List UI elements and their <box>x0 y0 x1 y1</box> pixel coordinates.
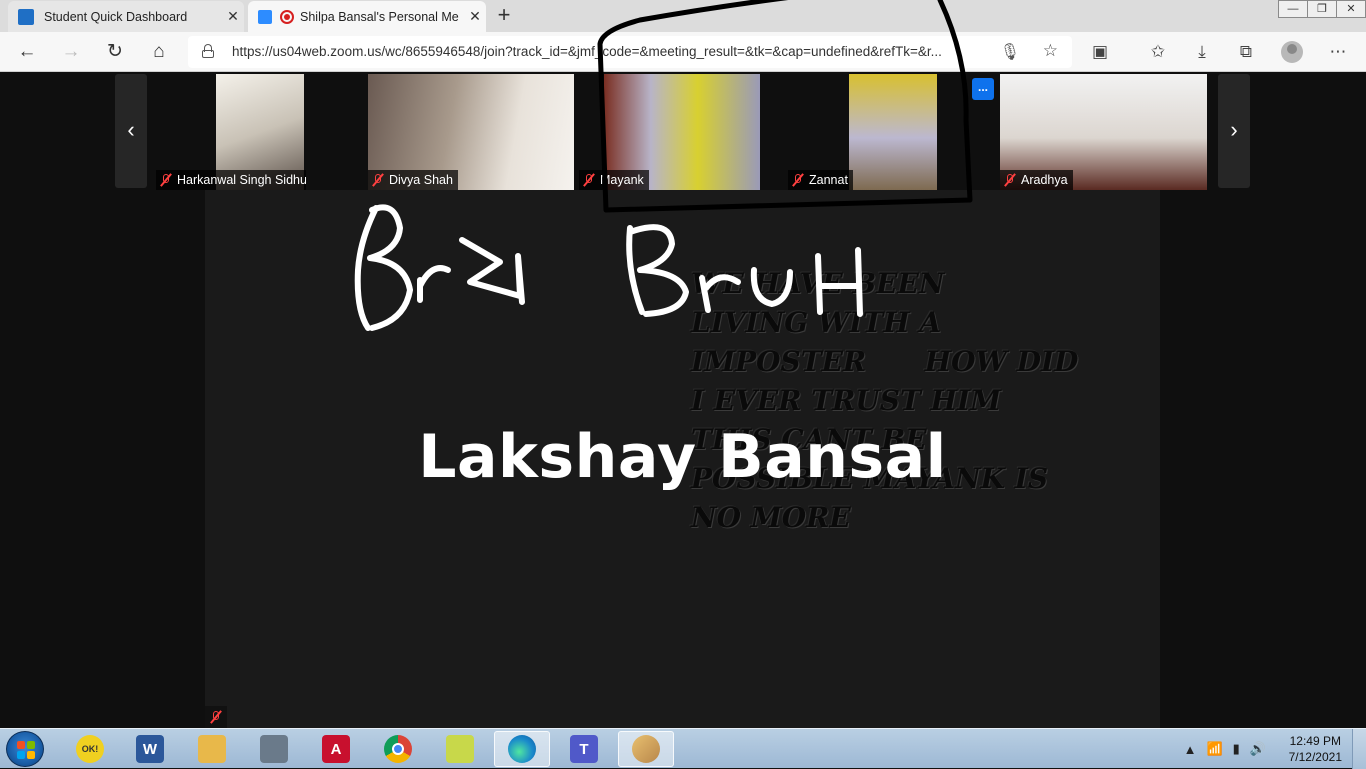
participant-tile[interactable]: Mayank <box>579 74 760 190</box>
previous-page-button[interactable]: ‹ <box>115 74 147 188</box>
taskbar-app-sticky-notes[interactable] <box>432 731 488 767</box>
profile-avatar[interactable] <box>1281 41 1303 63</box>
system-clock[interactable]: 12:49 PM 7/12/2021 <box>1289 733 1342 765</box>
lock-icon <box>202 44 214 58</box>
participant-name: Harkanwal Singh Sidhu <box>177 173 306 187</box>
acrobat-icon: A <box>322 735 350 763</box>
clock-time: 12:49 PM <box>1289 734 1341 748</box>
address-bar[interactable]: https://us04web.zoom.us/wc/8655946548/jo… <box>188 36 1072 68</box>
participant-name-tag: Divya Shah <box>368 170 458 190</box>
volume-icon[interactable]: 🔊 <box>1250 741 1266 757</box>
file-explorer-icon <box>198 735 226 763</box>
back-button[interactable]: ← <box>14 39 40 65</box>
browser-tab-strip: Student Quick Dashboard ✕ Shilpa Bansal'… <box>0 0 1366 32</box>
participant-tile[interactable]: Aradhya <box>1000 74 1207 190</box>
participant-name: Divya Shah <box>389 173 453 187</box>
annotation-line: i ever trust him <box>691 384 1002 417</box>
participant-name: Zannat <box>809 173 848 187</box>
participant-tile[interactable]: Harkanwal Singh Sidhu <box>156 74 306 190</box>
taskbar-app-chrome[interactable] <box>370 731 426 767</box>
refresh-button[interactable]: ↻ <box>102 39 128 65</box>
tab-zoom-meeting[interactable]: Shilpa Bansal's Personal Me ✕ <box>248 1 486 32</box>
more-options-button[interactable]: ... <box>972 78 994 100</box>
close-tab-icon[interactable]: ✕ <box>222 8 244 25</box>
system-tray: ▲ 📶 ▮ 🔊 <box>1174 729 1266 769</box>
chrome-icon <box>384 735 412 763</box>
annotation-line: no more <box>691 501 851 534</box>
muted-mic-icon <box>791 173 805 187</box>
muted-mic-icon <box>371 173 385 187</box>
participant-strip: ‹ Harkanwal Singh Sidhu Divya Shah Mayan… <box>115 72 1250 190</box>
window-controls: — ❐ ✕ <box>1278 0 1366 18</box>
add-favorite-icon[interactable]: ☆ <box>1043 41 1058 61</box>
participant-tile[interactable]: Divya Shah <box>368 74 574 190</box>
settings-more-icon[interactable]: ⋯ <box>1326 41 1350 63</box>
url-text[interactable]: https://us04web.zoom.us/wc/8655946548/jo… <box>232 44 992 59</box>
new-tab-button[interactable]: + <box>492 4 516 28</box>
taskbar-app-ok[interactable]: OK! <box>62 731 118 767</box>
taskbar-app-edge[interactable] <box>494 731 550 767</box>
start-button[interactable] <box>6 731 44 767</box>
participant-name-tag: Harkanwal Singh Sidhu <box>156 170 306 190</box>
speaker-muted-indicator <box>205 706 227 728</box>
microphone-icon[interactable]: 🎙 <box>1000 42 1020 62</box>
active-speaker-view: We have been living with a imposter how … <box>205 190 1160 728</box>
close-window-button[interactable]: ✕ <box>1336 0 1366 18</box>
show-hidden-icons[interactable]: ▲ <box>1184 742 1197 757</box>
taskbar-app-file-explorer[interactable] <box>184 731 240 767</box>
participant-name-tag: Mayank <box>579 170 649 190</box>
taskbar-app-server-manager[interactable] <box>246 731 302 767</box>
windows-logo-icon <box>17 741 35 759</box>
tab-title: Shilpa Bansal's Personal Me <box>300 9 459 24</box>
show-desktop-button[interactable] <box>1352 729 1366 769</box>
dashboard-icon <box>18 8 34 25</box>
zoom-icon <box>258 9 272 24</box>
taskbar-app-acrobat[interactable]: A <box>308 731 364 767</box>
close-tab-icon[interactable]: ✕ <box>464 8 486 25</box>
participant-tile[interactable]: Zannat <box>788 74 938 190</box>
muted-mic-icon <box>1003 173 1017 187</box>
sticky-notes-icon <box>446 735 474 763</box>
participant-name: Mayank <box>600 173 644 187</box>
recording-icon <box>280 9 294 24</box>
edge-icon <box>508 735 536 763</box>
taskbar-app-teams[interactable]: T <box>556 731 612 767</box>
participant-name: Aradhya <box>1021 173 1068 187</box>
restore-button[interactable]: ❐ <box>1307 0 1337 18</box>
downloads-icon[interactable]: ⤓ <box>1190 41 1214 63</box>
next-page-button[interactable]: › <box>1218 74 1250 188</box>
video-feed <box>849 74 937 190</box>
forward-button[interactable]: → <box>58 39 84 65</box>
home-button[interactable]: ⌂ <box>146 39 172 65</box>
teams-icon: T <box>570 735 598 763</box>
extension-icon[interactable]: ▣ <box>1088 41 1112 63</box>
annotation-text: We have been living with a imposter how … <box>691 264 1079 537</box>
participant-name-tag: Zannat <box>788 170 853 190</box>
participant-name-tag: Aradhya <box>1000 170 1073 190</box>
battery-icon[interactable]: ▮ <box>1233 741 1240 757</box>
word-icon: W <box>136 735 164 763</box>
network-icon[interactable]: 📶 <box>1206 741 1222 757</box>
ok-badge-icon: OK! <box>76 735 104 763</box>
browser-toolbar: ← → ↻ ⌂ https://us04web.zoom.us/wc/86559… <box>0 32 1366 72</box>
taskbar-app-paint[interactable] <box>618 731 674 767</box>
paint-icon <box>632 735 660 763</box>
favorites-icon[interactable]: ✩ <box>1146 41 1170 63</box>
taskbar-app-word[interactable]: W <box>122 731 178 767</box>
muted-mic-icon <box>209 710 223 724</box>
zoom-meeting-area: ‹ Harkanwal Singh Sidhu Divya Shah Mayan… <box>0 72 1366 728</box>
server-manager-icon <box>260 735 288 763</box>
active-speaker-name: Lakshay Bansal <box>418 422 947 492</box>
windows-taskbar: OK! W A T ▲ 📶 ▮ 🔊 12:49 PM 7/12/2021 <box>0 728 1366 769</box>
collections-icon[interactable]: ⧉ <box>1234 41 1258 63</box>
clock-date: 7/12/2021 <box>1288 750 1342 764</box>
tab-title: Student Quick Dashboard <box>44 9 188 24</box>
tab-student-dashboard[interactable]: Student Quick Dashboard ✕ <box>8 1 244 32</box>
muted-mic-icon <box>582 173 596 187</box>
annotation-line: imposter how did <box>691 345 1079 378</box>
annotation-line: We have been <box>691 267 945 300</box>
annotation-line: living with a <box>691 306 942 339</box>
muted-mic-icon <box>159 173 173 187</box>
minimize-button[interactable]: — <box>1278 0 1308 18</box>
